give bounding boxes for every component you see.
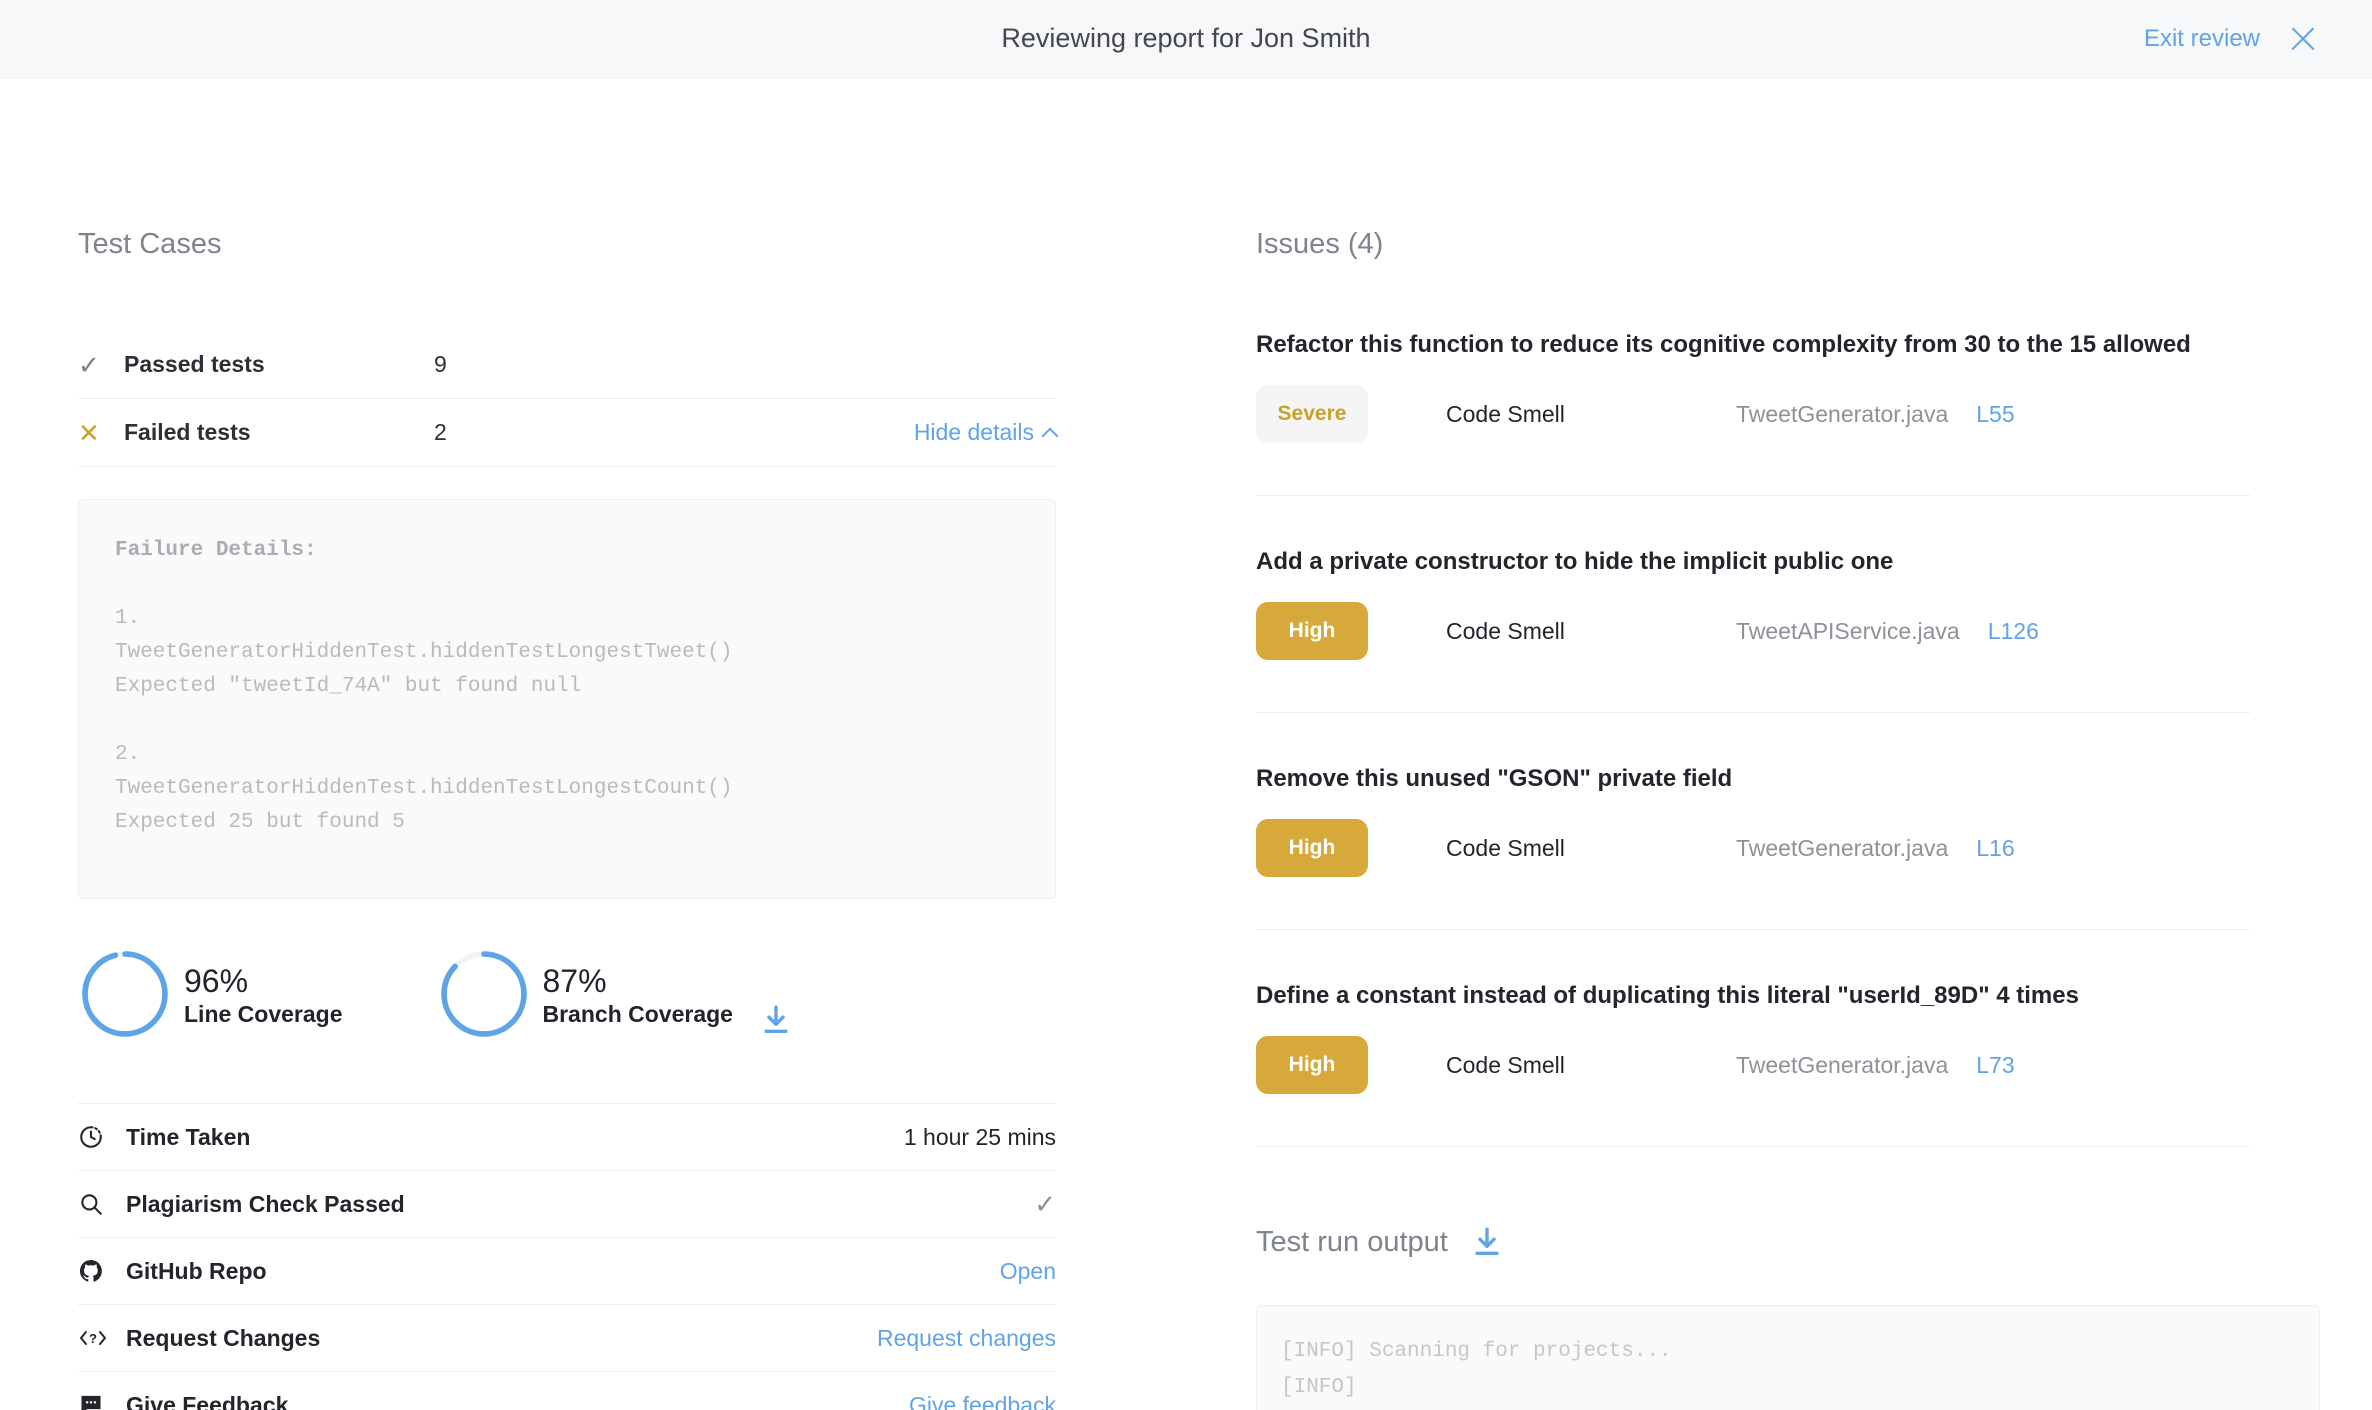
plagiarism-check-tick: ✓: [1034, 1188, 1056, 1219]
issue-file: TweetGenerator.java: [1736, 1051, 1949, 1078]
download-icon[interactable]: [1470, 1225, 1504, 1259]
failure-details-box: Failure Details: 1. TweetGeneratorHidden…: [78, 499, 1056, 899]
chat-icon: [78, 1392, 126, 1410]
issue-item[interactable]: Remove this unused "GSON" private field …: [1256, 713, 2250, 930]
branch-coverage-percent: 87%: [542, 962, 607, 999]
test-cases-heading: Test Cases: [78, 228, 222, 260]
issue-title: Refactor this function to reduce its cog…: [1256, 331, 2191, 358]
issue-file: TweetAPIService.java: [1736, 617, 1960, 644]
issue-title: Add a private constructor to hide the im…: [1256, 548, 1894, 575]
issue-type: Code Smell: [1446, 834, 1565, 861]
line-coverage-donut: [82, 951, 168, 1037]
github-icon: [78, 1258, 126, 1284]
request-changes-link[interactable]: Request changes: [877, 1325, 1056, 1352]
github-repo-open-link[interactable]: Open: [1000, 1258, 1056, 1285]
hide-details-toggle[interactable]: Hide details: [913, 419, 1059, 446]
failure-details-heading: Failure Details:: [115, 539, 317, 562]
time-taken-row: Time Taken 1 hour 25 mins: [78, 1104, 1056, 1171]
line-coverage-item: 96% Line Coverage: [78, 947, 343, 1041]
severity-badge: High: [1256, 602, 1368, 660]
failure-details-body: 1. TweetGeneratorHiddenTest.hiddenTestLo…: [115, 607, 733, 834]
time-taken-value: 1 hour 25 mins: [903, 1123, 1056, 1150]
line-coverage-percent: 96%: [184, 962, 249, 999]
give-feedback-link[interactable]: Give feedback: [909, 1392, 1056, 1410]
test-run-output-header: Test run output: [1256, 1225, 2250, 1259]
issue-meta: High Code Smell TweetAPIService.java L12…: [1256, 602, 2250, 660]
severity-badge: Severe: [1256, 385, 1368, 443]
github-repo-row: GitHub Repo Open: [78, 1238, 1056, 1305]
report-body: Test Cases ✓ Passed tests 9 ✕ Failed tes…: [0, 78, 2372, 1410]
issue-meta: High Code Smell TweetGenerator.java L16: [1256, 819, 2250, 877]
issue-type: Code Smell: [1446, 400, 1565, 427]
github-repo-label: GitHub Repo: [126, 1257, 267, 1284]
time-taken-label: Time Taken: [126, 1123, 251, 1150]
request-changes-label: Request Changes: [126, 1324, 321, 1351]
issue-line-link[interactable]: L126: [1988, 618, 2039, 645]
page-title: Reviewing report for Jon Smith: [1001, 23, 1371, 53]
issue-item[interactable]: Add a private constructor to hide the im…: [1256, 496, 2250, 713]
severity-badge: High: [1256, 1036, 1368, 1094]
chevron-up-icon: [1041, 427, 1059, 444]
request-changes-row: ? Request Changes Request changes: [78, 1305, 1056, 1372]
issue-title: Define a constant instead of duplicating…: [1256, 982, 2079, 1009]
issue-item[interactable]: Refactor this function to reduce its cog…: [1256, 331, 2250, 496]
test-cases-panel: Test Cases ✓ Passed tests 9 ✕ Failed tes…: [0, 78, 1130, 1410]
report-info-list: Time Taken 1 hour 25 mins Plagiarism Che…: [78, 1103, 1056, 1410]
header-actions: Exit review: [2144, 24, 2372, 54]
passed-tests-count: 9: [434, 351, 447, 377]
branch-coverage-item: 87% Branch Coverage: [437, 947, 793, 1041]
search-icon: [78, 1191, 126, 1217]
plagiarism-check-row: Plagiarism Check Passed ✓: [78, 1171, 1056, 1238]
code-icon: ?: [78, 1325, 126, 1351]
passed-tests-label: Passed tests: [124, 351, 265, 377]
failed-tests-label: Failed tests: [124, 419, 251, 445]
cross-icon: ✕: [78, 417, 100, 448]
passed-tests-row: ✓ Passed tests 9: [78, 331, 1056, 399]
issue-file: TweetGenerator.java: [1736, 834, 1949, 861]
branch-coverage-label: Branch Coverage: [542, 1000, 733, 1027]
failed-tests-count: 2: [434, 419, 447, 445]
issue-meta: Severe Code Smell TweetGenerator.java L5…: [1256, 385, 2250, 443]
timer-icon: [78, 1124, 126, 1150]
issue-line-link[interactable]: L73: [1976, 1052, 2014, 1079]
close-icon[interactable]: [2288, 24, 2318, 54]
review-header: Reviewing report for Jon Smith Exit revi…: [0, 0, 2372, 78]
issue-meta: High Code Smell TweetGenerator.java L73: [1256, 1036, 2250, 1094]
svg-text:?: ?: [89, 1331, 97, 1346]
issues-heading: Issues (4): [1256, 228, 1384, 260]
issue-type: Code Smell: [1446, 617, 1565, 644]
issues-panel: Issues (4) Refactor this function to red…: [1130, 78, 2320, 1410]
hide-details-label: Hide details: [913, 419, 1034, 445]
plagiarism-check-label: Plagiarism Check Passed: [126, 1190, 405, 1217]
check-icon: ✓: [78, 349, 100, 380]
give-feedback-row: Give Feedback Give feedback: [78, 1372, 1056, 1410]
test-run-output-title: Test run output: [1256, 1225, 1448, 1258]
severity-badge: High: [1256, 819, 1368, 877]
line-coverage-label: Line Coverage: [184, 1000, 343, 1027]
download-icon[interactable]: [759, 1003, 793, 1037]
issue-item[interactable]: Define a constant instead of duplicating…: [1256, 930, 2250, 1147]
exit-review-link[interactable]: Exit review: [2144, 25, 2260, 53]
issue-line-link[interactable]: L16: [1976, 835, 2014, 862]
branch-coverage-donut: [440, 951, 527, 1037]
issue-file: TweetGenerator.java: [1736, 400, 1949, 427]
issue-type: Code Smell: [1446, 1051, 1565, 1078]
coverage-section: 96% Line Coverage 87% Branch Coverage: [78, 947, 1130, 1041]
issue-line-link[interactable]: L55: [1976, 401, 2014, 428]
failed-tests-row: ✕ Failed tests 2 Hide details: [78, 399, 1059, 467]
give-feedback-label: Give Feedback: [126, 1391, 289, 1410]
test-run-output-log: [INFO] Scanning for projects... [INFO] […: [1256, 1305, 2320, 1410]
issue-title: Remove this unused "GSON" private field: [1256, 765, 1733, 792]
